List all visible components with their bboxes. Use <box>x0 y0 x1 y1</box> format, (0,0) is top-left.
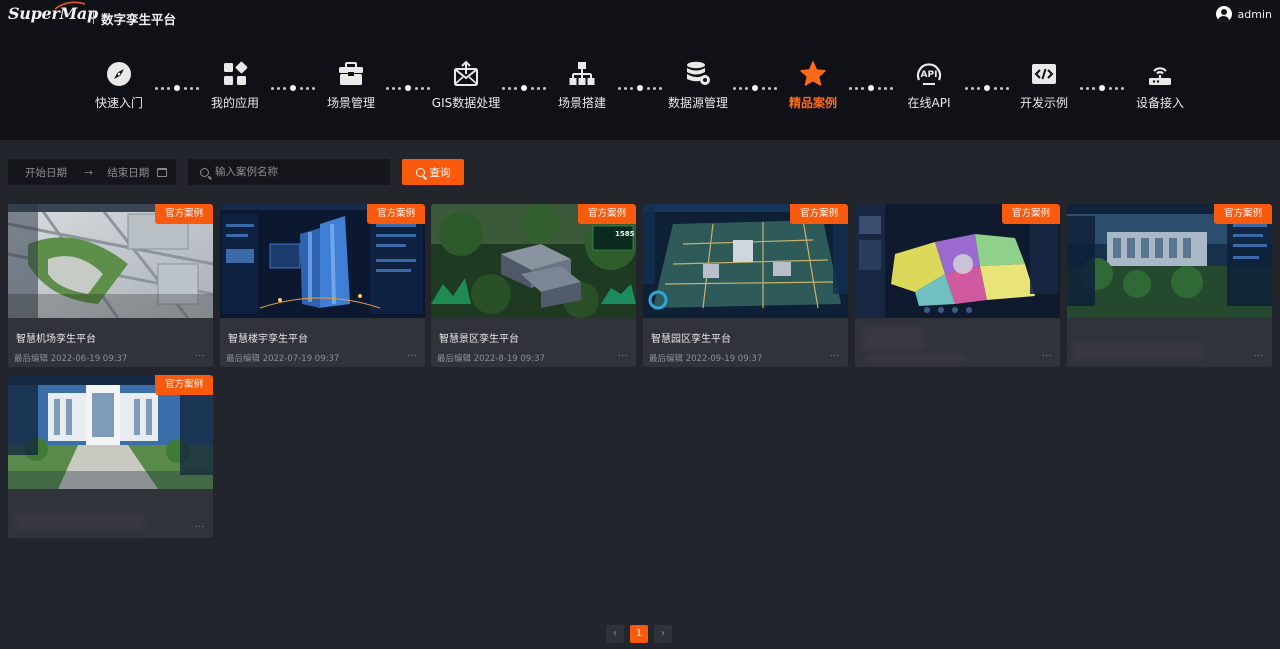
official-case-badge: 官方案例 <box>578 204 636 224</box>
case-last-edited: 最后编辑 2022-07-19 09:37 <box>226 354 340 364</box>
official-case-badge: 官方案例 <box>155 375 213 395</box>
nav-connector <box>502 85 546 91</box>
official-case-badge: 官方案例 <box>367 204 425 224</box>
nav-connector <box>386 85 430 91</box>
more-options-icon[interactable]: ... <box>195 349 205 359</box>
more-options-icon[interactable]: ... <box>1042 349 1052 359</box>
arrow-right-icon: → <box>84 165 94 179</box>
database-gear-icon <box>687 61 710 85</box>
case-card[interactable]: 官方案例 智慧园区孪生平台 最后编辑 2022-09-19 09:37 ... <box>643 204 848 367</box>
nav-connector <box>618 85 662 91</box>
nav-label: 场景管理 <box>326 96 375 110</box>
official-case-badge: 官方案例 <box>1214 204 1272 224</box>
data-process-icon <box>454 60 478 86</box>
feature-nav-band: 快速入门 我的应用 场景管理 GIS数据处理 场景搭建 数据源管理 精品案例 A… <box>0 32 1280 140</box>
user-avatar-icon <box>1215 6 1232 22</box>
search-icon <box>415 167 425 177</box>
feature-nav: 快速入门 我的应用 场景管理 GIS数据处理 场景搭建 数据源管理 精品案例 A… <box>0 32 1280 140</box>
svg-text:1585: 1585 <box>615 230 635 238</box>
toolbox-icon <box>339 62 363 85</box>
header-divider <box>93 10 94 24</box>
blurred-meta <box>865 356 965 361</box>
case-last-edited: 最后编辑 2022-8-19 09:37 <box>437 354 545 364</box>
nav-label: 场景搭建 <box>557 96 606 110</box>
blurred-title <box>14 513 144 531</box>
next-page-button[interactable]: › <box>654 625 672 643</box>
official-case-badge: 官方案例 <box>155 204 213 224</box>
svg-text:API: API <box>921 70 938 80</box>
case-last-edited: 最后编辑 2022-09-19 09:37 <box>649 354 763 364</box>
nav-label: 开发示例 <box>1019 96 1068 110</box>
logo-swoosh-icon <box>54 1 86 10</box>
nav-label: 快速入门 <box>94 96 143 110</box>
hierarchy-icon <box>569 62 595 85</box>
nav-label: 数据源管理 <box>667 96 728 110</box>
case-search-box[interactable] <box>188 159 390 185</box>
nav-connector <box>271 85 315 91</box>
pagination: ‹ 1 › <box>606 625 672 643</box>
user-menu[interactable]: admin <box>1215 6 1272 22</box>
app-title: 数字孪生平台 <box>101 12 177 27</box>
case-card[interactable]: 官方案例 智慧机场孪生平台 最后编辑 2022-06-19 09:37 ... <box>8 204 213 367</box>
calendar-icon <box>157 167 168 177</box>
star-icon <box>800 61 826 86</box>
page-1-button[interactable]: 1 <box>630 625 648 643</box>
code-window-icon <box>1032 64 1056 84</box>
case-card[interactable]: 官方案例 ... <box>1067 204 1272 367</box>
date-range-picker[interactable]: 开始日期 → 结束日期 <box>8 159 176 185</box>
query-button-label: 查询 <box>429 166 451 179</box>
case-title: 智慧景区孪生平台 <box>439 334 519 345</box>
end-date-input[interactable]: 结束日期 <box>107 165 149 180</box>
official-case-badge: 官方案例 <box>790 204 848 224</box>
case-name-search-input[interactable] <box>215 166 385 178</box>
nav-connector <box>733 85 777 91</box>
api-icon: API <box>916 63 942 85</box>
nav-connector <box>849 85 893 91</box>
more-options-icon[interactable]: ... <box>195 520 205 530</box>
start-date-input[interactable]: 开始日期 <box>25 165 67 180</box>
case-title: 智慧园区孪生平台 <box>651 334 731 345</box>
compass-icon <box>107 62 131 86</box>
search-icon <box>200 167 209 177</box>
more-options-icon[interactable]: ... <box>830 349 840 359</box>
top-bar: SuperMap 数字孪生平台 admin <box>0 0 1280 32</box>
more-options-icon[interactable]: ... <box>1254 349 1264 359</box>
nav-connector <box>965 85 1009 91</box>
nav-label: 设备接入 <box>1135 96 1184 110</box>
nav-label: 我的应用 <box>210 96 259 110</box>
nav-label: 精品案例 <box>788 96 837 110</box>
case-last-edited: 最后编辑 2022-06-19 09:37 <box>14 354 128 364</box>
case-card[interactable]: 官方案例 智慧楼宇孪生平台 最后编辑 2022-07-19 09:37 ... <box>220 204 425 367</box>
case-card[interactable]: 官方案例 ... <box>8 375 213 538</box>
nav-label: 在线API <box>907 96 951 110</box>
case-card[interactable]: 官方案例 ... <box>855 204 1060 367</box>
case-card[interactable]: 1585 官方案例 智慧景区孪生平台 最后编辑 2022-8-19 09:37 … <box>431 204 636 367</box>
user-name: admin <box>1237 7 1272 21</box>
more-options-icon[interactable]: ... <box>618 349 628 359</box>
prev-page-button[interactable]: ‹ <box>606 625 624 643</box>
blurred-title <box>1073 342 1203 360</box>
more-options-icon[interactable]: ... <box>407 349 417 359</box>
case-title: 智慧机场孪生平台 <box>16 334 96 345</box>
nav-connector <box>1080 85 1124 91</box>
case-title: 智慧楼宇孪生平台 <box>228 334 308 345</box>
nav-connector <box>155 85 199 91</box>
official-case-badge: 官方案例 <box>1002 204 1060 224</box>
nav-label: GIS数据处理 <box>431 96 501 110</box>
router-icon <box>1149 67 1171 85</box>
blurred-title <box>863 326 923 350</box>
apps-grid-icon <box>224 61 248 85</box>
query-button[interactable]: 查询 <box>402 159 464 185</box>
